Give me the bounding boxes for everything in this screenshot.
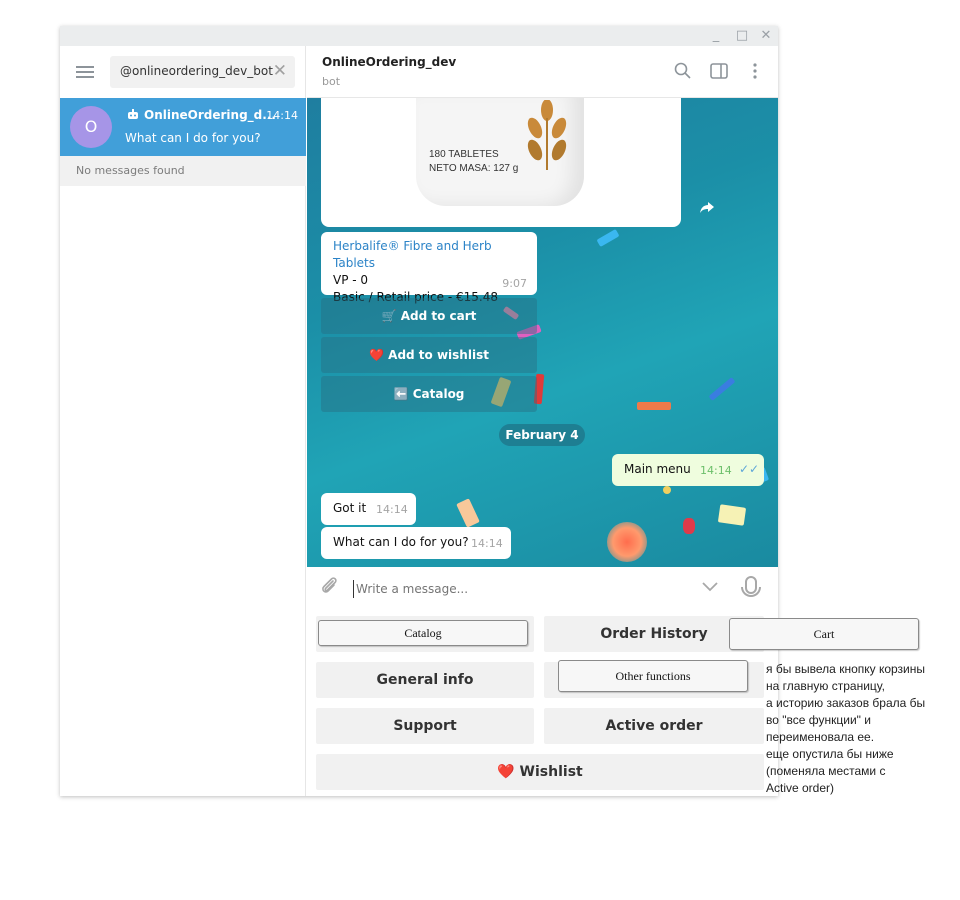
search-input[interactable]: @onlineordering_dev_bot ✕ xyxy=(110,56,295,88)
message-time: 14:14 xyxy=(471,537,503,550)
maximize-button[interactable]: □ xyxy=(732,27,752,45)
sidebar-toggle-icon[interactable] xyxy=(709,61,729,81)
note-line: (поменяла местами с xyxy=(766,764,886,778)
chat-last-message: What can I do for you? xyxy=(125,131,261,145)
title-bar: _ □ ✕ xyxy=(60,26,778,46)
microphone-stand xyxy=(741,587,761,597)
message-text: Main menu xyxy=(624,462,691,476)
incoming-message: Got it 14:14 xyxy=(321,493,416,525)
chat-list-pane: @onlineordering_dev_bot ✕ O OnlineOrderi… xyxy=(60,46,306,796)
message-text: What can I do for you? xyxy=(333,535,469,549)
bot-icon xyxy=(128,109,138,119)
add-to-cart-button[interactable]: 🛒 Add to cart xyxy=(321,298,537,334)
add-to-wishlist-button[interactable]: ❤️ Add to wishlist xyxy=(321,337,537,373)
search-value: @onlineordering_dev_bot xyxy=(120,64,273,78)
message-time: 14:14 xyxy=(376,503,408,516)
date-separator: February 4 xyxy=(499,424,585,446)
minimize-button[interactable]: _ xyxy=(706,27,726,45)
avatar: O xyxy=(70,106,112,148)
message-text: Got it xyxy=(333,501,367,515)
note-line: а историю заказов брала бы xyxy=(766,696,926,710)
confetti-shape xyxy=(708,377,736,401)
note-line: Active order) xyxy=(766,781,835,795)
confetti-shape xyxy=(607,522,647,562)
no-messages-section: No messages found xyxy=(60,156,306,186)
incoming-message: What can I do for you? 14:14 xyxy=(321,527,511,559)
general-info-button[interactable]: General info xyxy=(316,662,534,698)
note-line: я бы вывела кнопку корзины xyxy=(766,662,926,676)
note-line: еще опустила бы ниже xyxy=(766,747,894,761)
chat-list-item[interactable]: O OnlineOrdering_d... 14:14 What can I d… xyxy=(60,98,306,156)
message-composer xyxy=(307,567,778,609)
chat-name: OnlineOrdering_d... xyxy=(144,108,276,122)
chevron-down-icon[interactable] xyxy=(701,577,719,595)
active-order-button[interactable]: Active order xyxy=(544,708,764,744)
cart-button[interactable]: Cart xyxy=(729,618,919,650)
close-button[interactable]: ✕ xyxy=(756,27,776,45)
more-options-icon[interactable] xyxy=(745,61,765,81)
confetti-shape xyxy=(637,402,671,410)
other-functions-button[interactable]: Other functions xyxy=(558,660,748,692)
chat-header: OnlineOrdering_dev bot xyxy=(307,46,778,98)
catalog-back-button[interactable]: ⬅️ Catalog xyxy=(321,376,537,412)
wishlist-button[interactable]: ❤️ Wishlist xyxy=(316,754,764,790)
bottle-label-line2: NETO MASA: 127 g xyxy=(429,163,519,174)
menu-icon[interactable] xyxy=(76,66,94,78)
annotation-note: я бы вывела кнопку корзины на главную ст… xyxy=(766,661,956,797)
product-photo[interactable]: 180 TABLETES NETO MASA: 127 g xyxy=(321,98,681,227)
confetti-shape xyxy=(456,498,480,528)
product-message: Herbalife® Fibre and Herb Tablets VP - 0… xyxy=(321,232,537,304)
product-link[interactable]: Herbalife® Fibre and Herb Tablets xyxy=(333,238,525,272)
search-icon[interactable] xyxy=(673,61,693,81)
chat-subtitle: bot xyxy=(322,75,341,88)
confetti-shape xyxy=(717,504,747,526)
share-icon[interactable] xyxy=(699,199,715,215)
confetti-shape xyxy=(663,486,671,494)
note-line: переименовала ее. xyxy=(766,730,875,744)
product-vp: VP - 0 xyxy=(333,273,369,287)
message-time: 9:07 xyxy=(502,277,527,290)
chat-title[interactable]: OnlineOrdering_dev xyxy=(322,55,456,69)
chat-area[interactable]: 180 TABLETES NETO MASA: 127 g Herbalife®… xyxy=(307,98,778,567)
chat-time: 14:14 xyxy=(266,109,298,122)
support-button[interactable]: Support xyxy=(316,708,534,744)
message-time: 14:14 xyxy=(700,464,732,477)
attach-icon[interactable] xyxy=(319,575,339,597)
clear-search-icon[interactable]: ✕ xyxy=(273,61,287,81)
read-ticks-icon: ✓✓ xyxy=(739,462,760,476)
confetti-shape xyxy=(683,518,695,534)
note-line: во "все функции" и xyxy=(766,713,871,727)
confetti-shape xyxy=(596,229,620,247)
no-messages-label: No messages found xyxy=(76,164,185,177)
outgoing-message: Main menu 14:14 ✓✓ xyxy=(612,454,764,486)
catalog-button[interactable]: Catalog xyxy=(318,620,528,646)
bottle-label-line1: 180 TABLETES xyxy=(429,149,499,160)
wheat-logo-icon xyxy=(527,100,567,170)
message-input[interactable] xyxy=(353,580,673,598)
note-line: на главную страницу, xyxy=(766,679,885,693)
